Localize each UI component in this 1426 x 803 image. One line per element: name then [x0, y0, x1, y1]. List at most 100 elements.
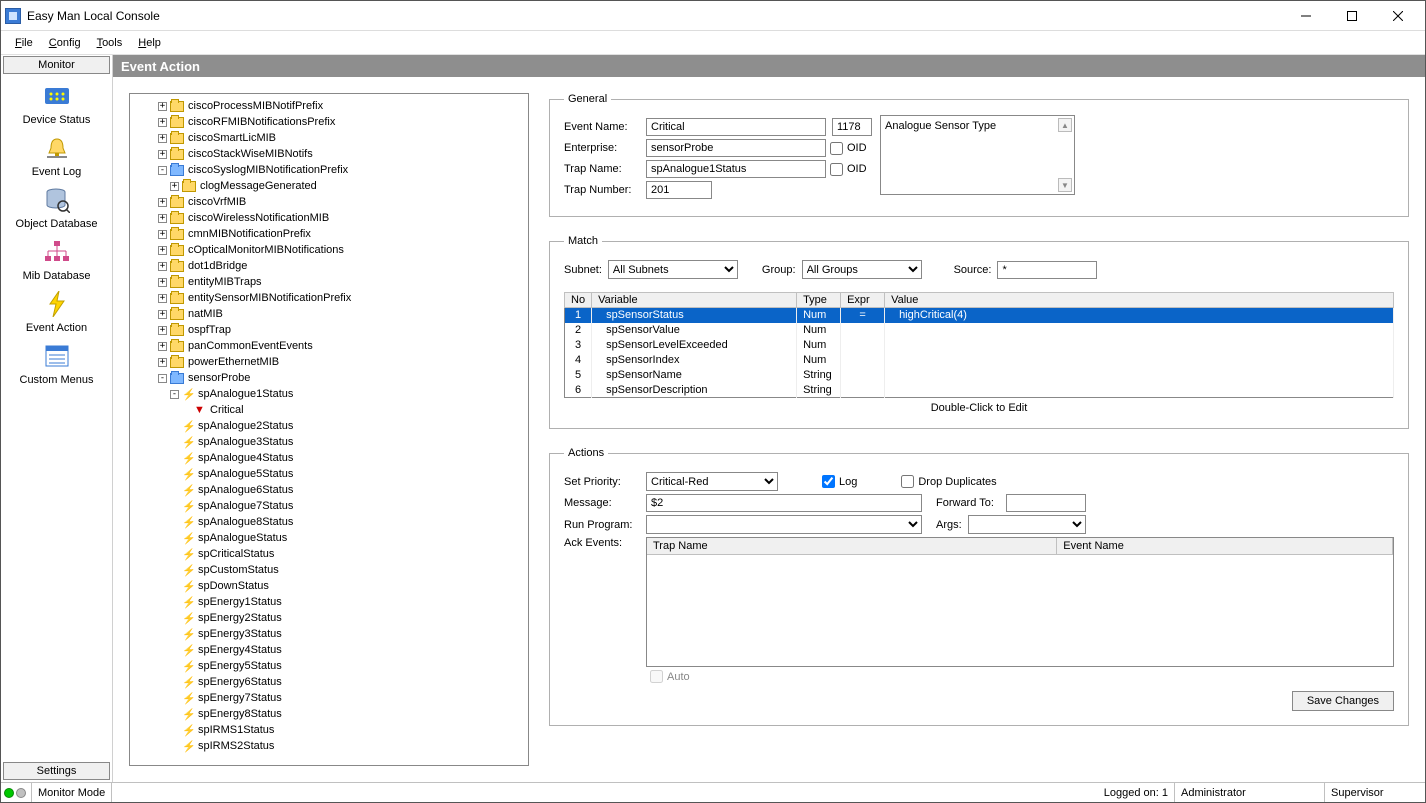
minimize-button[interactable]	[1283, 1, 1329, 31]
subnet-select[interactable]: All Subnets	[608, 260, 738, 279]
menu-file[interactable]: File	[7, 35, 41, 51]
expand-icon[interactable]: +	[158, 358, 167, 367]
menu-tools[interactable]: Tools	[89, 35, 131, 51]
tree-node[interactable]: ⚡spAnalogue6Status	[134, 482, 524, 498]
drop-duplicates-checkbox[interactable]	[901, 475, 914, 488]
match-row[interactable]: 3spSensorLevelExceededNum	[565, 338, 1394, 353]
tree-node[interactable]: ⚡spIRMS2Status	[134, 738, 524, 754]
tree-node[interactable]: ⚡spCustomStatus	[134, 562, 524, 578]
tree-node[interactable]: ⚡spCriticalStatus	[134, 546, 524, 562]
menu-help[interactable]: Help	[130, 35, 169, 51]
expand-icon[interactable]: +	[158, 342, 167, 351]
match-row[interactable]: 2spSensorValueNum	[565, 323, 1394, 338]
expand-icon[interactable]: +	[170, 182, 179, 191]
tree-node[interactable]: ▼Critical	[134, 402, 524, 418]
log-checkbox[interactable]	[822, 475, 835, 488]
sidebar-item-device-status[interactable]: Device Status	[1, 82, 112, 126]
mib-tree[interactable]: +ciscoProcessMIBNotifPrefix+ciscoRFMIBNo…	[129, 93, 529, 766]
expand-icon[interactable]: +	[158, 134, 167, 143]
menu-config[interactable]: Config	[41, 35, 89, 51]
expand-icon[interactable]: +	[158, 230, 167, 239]
maximize-button[interactable]	[1329, 1, 1375, 31]
tree-node[interactable]: ⚡spEnergy3Status	[134, 626, 524, 642]
match-row[interactable]: 4spSensorIndexNum	[565, 353, 1394, 368]
match-row[interactable]: 1spSensorStatusNum=highCritical(4)	[565, 308, 1394, 323]
sidebar-item-custom-menus[interactable]: Custom Menus	[1, 342, 112, 386]
tree-node[interactable]: -⚡spAnalogue1Status	[134, 386, 524, 402]
priority-select[interactable]: Critical-Red	[646, 472, 778, 491]
tree-node[interactable]: ⚡spDownStatus	[134, 578, 524, 594]
tree-node[interactable]: +entitySensorMIBNotificationPrefix	[134, 290, 524, 306]
collapse-icon[interactable]: -	[158, 166, 167, 175]
args-select[interactable]	[968, 515, 1086, 534]
tree-node[interactable]: +ciscoStackWiseMIBNotifs	[134, 146, 524, 162]
tree-node[interactable]: ⚡spEnergy4Status	[134, 642, 524, 658]
tree-node[interactable]: +ospfTrap	[134, 322, 524, 338]
tree-node[interactable]: +ciscoWirelessNotificationMIB	[134, 210, 524, 226]
tree-node[interactable]: ⚡spAnalogue8Status	[134, 514, 524, 530]
expand-icon[interactable]: +	[158, 198, 167, 207]
tree-node[interactable]: -sensorProbe	[134, 370, 524, 386]
tree-node[interactable]: +natMIB	[134, 306, 524, 322]
tree-node[interactable]: ⚡spEnergy1Status	[134, 594, 524, 610]
scroll-down-icon[interactable]: ▼	[1058, 178, 1072, 192]
forward-input[interactable]	[1006, 494, 1086, 512]
tree-node[interactable]: ⚡spAnalogue7Status	[134, 498, 524, 514]
tree-node[interactable]: +entityMIBTraps	[134, 274, 524, 290]
sidebar-tab-monitor[interactable]: Monitor	[3, 56, 110, 74]
expand-icon[interactable]: +	[158, 262, 167, 271]
group-select[interactable]: All Groups	[802, 260, 922, 279]
collapse-icon[interactable]: -	[158, 374, 167, 383]
source-input[interactable]	[997, 261, 1097, 279]
tree-node[interactable]: +panCommonEventEvents	[134, 338, 524, 354]
expand-icon[interactable]: +	[158, 326, 167, 335]
tree-node[interactable]: +ciscoVrfMIB	[134, 194, 524, 210]
save-changes-button[interactable]: Save Changes	[1292, 691, 1394, 711]
tree-node[interactable]: ⚡spEnergy2Status	[134, 610, 524, 626]
tree-node[interactable]: +powerEthernetMIB	[134, 354, 524, 370]
tree-node[interactable]: ⚡spAnalogue4Status	[134, 450, 524, 466]
expand-icon[interactable]: +	[158, 118, 167, 127]
tree-node[interactable]: ⚡spAnalogue2Status	[134, 418, 524, 434]
tree-node[interactable]: ⚡spEnergy5Status	[134, 658, 524, 674]
expand-icon[interactable]: +	[158, 102, 167, 111]
sidebar-item-object-database[interactable]: Object Database	[1, 186, 112, 230]
sidebar-item-event-log[interactable]: Event Log	[1, 134, 112, 178]
collapse-icon[interactable]: -	[170, 390, 179, 399]
trap-oid-checkbox[interactable]	[830, 163, 843, 176]
tree-node[interactable]: +cOpticalMonitorMIBNotifications	[134, 242, 524, 258]
match-row[interactable]: 5spSensorNameString	[565, 368, 1394, 383]
tree-node[interactable]: +ciscoRFMIBNotificationsPrefix	[134, 114, 524, 130]
tree-node[interactable]: -ciscoSyslogMIBNotificationPrefix	[134, 162, 524, 178]
tree-node[interactable]: ⚡spAnalogue3Status	[134, 434, 524, 450]
message-input[interactable]	[646, 494, 922, 512]
match-row[interactable]: 6spSensorDescriptionString	[565, 383, 1394, 398]
scroll-up-icon[interactable]: ▲	[1058, 118, 1072, 132]
expand-icon[interactable]: +	[158, 310, 167, 319]
tree-node[interactable]: +cmnMIBNotificationPrefix	[134, 226, 524, 242]
close-button[interactable]	[1375, 1, 1421, 31]
tree-node[interactable]: +ciscoSmartLicMIB	[134, 130, 524, 146]
tree-node[interactable]: ⚡spAnalogue5Status	[134, 466, 524, 482]
run-program-select[interactable]	[646, 515, 922, 534]
expand-icon[interactable]: +	[158, 294, 167, 303]
ack-events-table[interactable]: Trap Name Event Name	[646, 537, 1394, 667]
tree-node[interactable]: ⚡spEnergy6Status	[134, 674, 524, 690]
sidebar-tab-settings[interactable]: Settings	[3, 762, 110, 780]
sidebar-item-mib-database[interactable]: Mib Database	[1, 238, 112, 282]
tree-node[interactable]: +ciscoProcessMIBNotifPrefix	[134, 98, 524, 114]
expand-icon[interactable]: +	[158, 214, 167, 223]
tree-node[interactable]: ⚡spEnergy8Status	[134, 706, 524, 722]
tree-node[interactable]: ⚡spEnergy7Status	[134, 690, 524, 706]
match-table[interactable]: No Variable Type Expr Value 1spSensorSta…	[564, 292, 1394, 398]
expand-icon[interactable]: +	[158, 246, 167, 255]
tree-node[interactable]: ⚡spAnalogueStatus	[134, 530, 524, 546]
sidebar-item-event-action[interactable]: Event Action	[1, 290, 112, 334]
expand-icon[interactable]: +	[158, 278, 167, 287]
event-name-input[interactable]	[646, 118, 826, 136]
expand-icon[interactable]: +	[158, 150, 167, 159]
tree-node[interactable]: +dot1dBridge	[134, 258, 524, 274]
tree-node[interactable]: ⚡spIRMS1Status	[134, 722, 524, 738]
tree-node[interactable]: +clogMessageGenerated	[134, 178, 524, 194]
enterprise-oid-checkbox[interactable]	[830, 142, 843, 155]
